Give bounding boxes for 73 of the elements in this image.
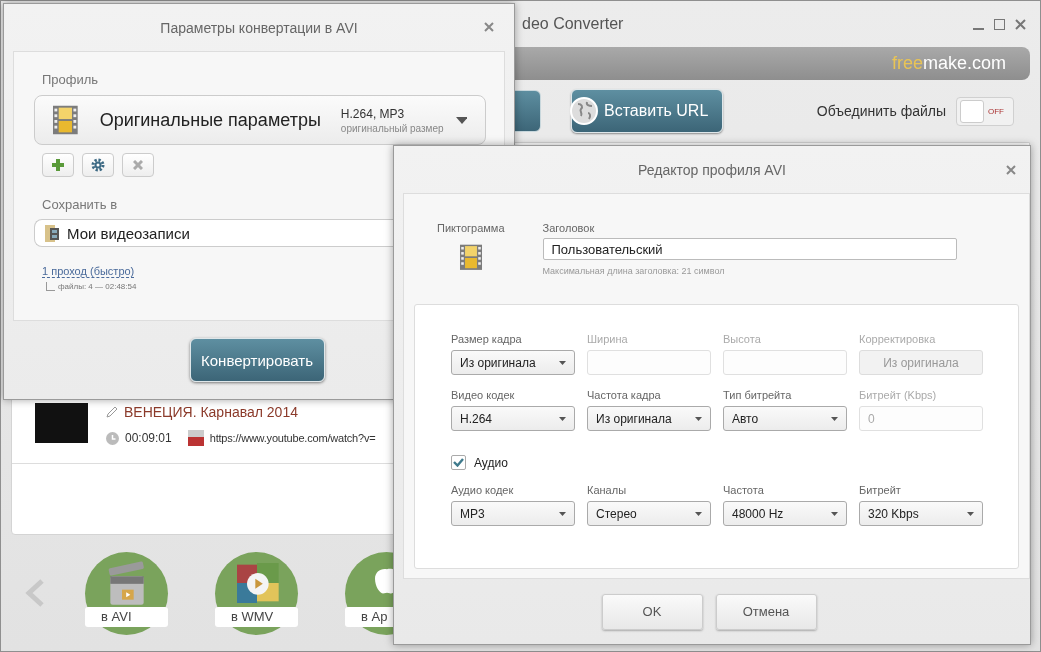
video-title: ВЕНЕЦИЯ. Карнавал 2014 (124, 404, 298, 420)
field-label: Видео кодек (451, 389, 516, 401)
pass-mode-link[interactable]: 1 проход (быстро) (42, 265, 135, 278)
maximize-icon[interactable] (994, 18, 1005, 30)
delete-button[interactable] (122, 153, 154, 177)
title-input[interactable]: Пользовательский (542, 238, 957, 260)
folder-film-icon (45, 224, 59, 242)
film-icon (53, 105, 78, 135)
video-thumbnail (35, 403, 88, 443)
add-button[interactable] (42, 153, 74, 177)
merge-files-label: Объединить файлы (816, 103, 946, 119)
audio-checkbox[interactable] (451, 455, 466, 470)
film-icon (459, 244, 482, 270)
video-url: https://www.youtube.com/watch?v= (209, 432, 376, 444)
plus-icon (52, 159, 64, 171)
dropdown[interactable]: H.264 (451, 406, 575, 431)
format-button[interactable]: в WMV (215, 551, 298, 635)
format-button[interactable]: в AVI (85, 551, 168, 635)
title-hint: Максимальная длина заголовка: 21 символ (542, 266, 726, 276)
caret-icon (831, 511, 838, 516)
pencil-icon[interactable] (106, 406, 118, 418)
close-icon[interactable] (1006, 165, 1016, 175)
save-to-label: Сохранить в (42, 197, 119, 212)
caret-icon (559, 511, 566, 516)
dropdown[interactable]: 48000 Hz (723, 501, 847, 526)
audio-label: Аудио (474, 455, 508, 470)
caret-icon (559, 416, 566, 421)
close-icon[interactable] (484, 22, 494, 32)
close-icon[interactable] (1015, 18, 1026, 30)
dialog-title: Редактор профиля AVI (638, 161, 786, 178)
profile-dropdown[interactable]: Оригинальные параметры H.264, MP3 оригинальный размер (34, 95, 486, 145)
caret-icon (559, 360, 566, 365)
caret-icon (455, 116, 467, 124)
merge-toggle[interactable]: OFF (956, 96, 1014, 126)
files-summary: файлы: 4 — 02:48:54 (58, 282, 137, 291)
dropdown[interactable]: MP3 (451, 501, 575, 526)
field-label: Битрейт (Kbps) (859, 389, 938, 401)
video-duration: 00:09:01 (125, 431, 172, 445)
cross-icon (133, 160, 143, 170)
field-label: Высота (723, 333, 762, 345)
paste-url-button[interactable]: Вставить URL (571, 89, 724, 133)
dropdown[interactable]: Из оригинала (451, 350, 575, 375)
title-label: Заголовок (542, 222, 596, 234)
icon-label: Пиктограмма (437, 222, 505, 234)
clock-icon (106, 431, 119, 445)
field-label: Корректировка (859, 333, 937, 345)
globe-icon (570, 97, 598, 125)
field-label: Ширина (587, 333, 629, 345)
field-label: Частота кадра (587, 389, 662, 401)
field-label: Тип битрейта (723, 389, 793, 401)
profile-label: Профиль (42, 72, 100, 87)
field-label: Размер кадра (451, 333, 523, 345)
dropdown[interactable]: 320 Kbps (859, 501, 983, 526)
field-label: Аудио кодек (451, 484, 515, 496)
check-icon (453, 458, 464, 467)
field-label: Каналы (587, 484, 628, 496)
caret-icon (695, 416, 702, 421)
field-label: Битрейт (859, 484, 902, 496)
settings-button[interactable] (82, 153, 114, 177)
caret-icon (695, 511, 702, 516)
window-title: deo Converter (522, 15, 624, 33)
convert-button[interactable]: Конвертировать (189, 338, 325, 382)
youtube-icon (187, 430, 204, 446)
dialog-title: Параметры конвертации в AVI (160, 19, 358, 36)
dropdown[interactable]: Из оригинала (587, 406, 711, 431)
dropdown[interactable]: Стерео (587, 501, 711, 526)
gear-icon (91, 158, 105, 172)
caret-icon (831, 416, 838, 421)
dialog-button[interactable]: OK (601, 593, 703, 630)
field-label: Частота (723, 484, 765, 496)
dialog-button[interactable]: Отмена (715, 593, 817, 630)
dropdown[interactable]: Авто (723, 406, 847, 431)
caret-icon (967, 511, 974, 516)
